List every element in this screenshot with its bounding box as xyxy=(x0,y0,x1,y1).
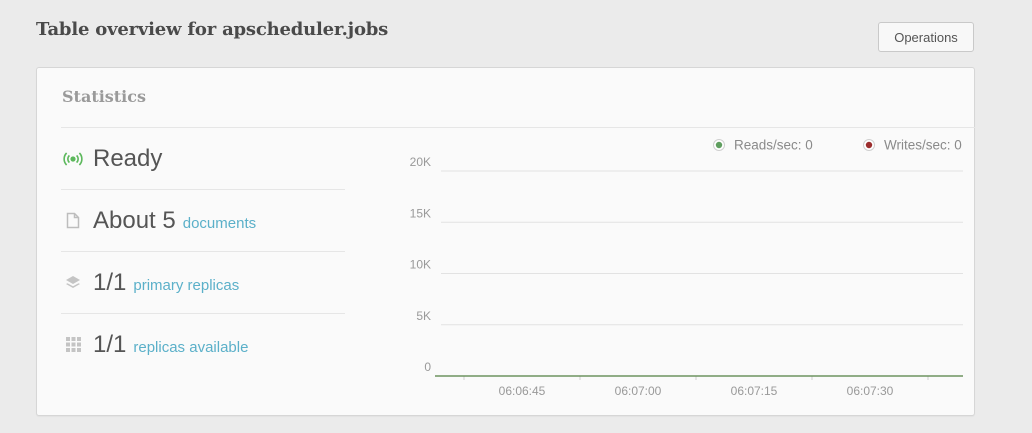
statistics-panel: Statistics Ready About 5 documents 1/1 p… xyxy=(36,67,975,416)
primary-replicas-link[interactable]: primary replicas xyxy=(133,277,239,294)
documents-link[interactable]: documents xyxy=(183,215,256,232)
documents-row: About 5 documents xyxy=(61,190,345,252)
chart-legend: Reads/sec: 0 Writes/sec: 0 xyxy=(713,138,962,153)
x-tick-label: 06:07:30 xyxy=(847,384,894,398)
page-title: Table overview for apscheduler.jobs xyxy=(36,19,389,40)
grid-icon xyxy=(63,335,83,355)
primary-replicas-count: 1/1 xyxy=(93,268,127,296)
replicas-count: 1/1 xyxy=(93,330,127,358)
legend-marker-dot xyxy=(865,141,873,149)
y-tick-label: 10K xyxy=(410,258,431,272)
legend-label: Reads/sec: 0 xyxy=(734,138,813,153)
y-tick-label: 5K xyxy=(416,309,431,323)
status-text: Ready xyxy=(93,144,163,172)
y-tick-label: 20K xyxy=(410,155,431,169)
y-axis: 20K 15K 10K 5K 0 xyxy=(410,155,432,374)
chart-grid xyxy=(441,170,963,326)
replicas-row: 1/1 replicas available xyxy=(61,314,345,375)
layers-icon xyxy=(63,273,83,293)
x-tick-label: 06:06:45 xyxy=(499,384,546,398)
x-tick-label: 06:07:00 xyxy=(615,384,662,398)
x-tick-label: 06:07:15 xyxy=(731,384,778,398)
replicas-link[interactable]: replicas available xyxy=(133,339,248,356)
y-tick-label: 0 xyxy=(424,360,431,374)
x-tick-label: 06:07:45 xyxy=(963,384,975,398)
legend-label: Writes/sec: 0 xyxy=(884,138,962,153)
x-axis: 06:06:45 06:07:00 06:07:15 06:07:30 06:07:45 xyxy=(435,375,975,398)
broadcast-icon xyxy=(63,149,83,169)
document-icon xyxy=(63,211,83,231)
documents-count: About 5 xyxy=(93,206,176,234)
read-write-chart: Reads/sec: 0 Writes/sec: 0 20K 15K 10K 5K 0 0… xyxy=(410,138,975,398)
operations-button[interactable]: Operations xyxy=(878,22,974,52)
legend-marker-dot xyxy=(715,141,723,149)
primary-replicas-row: 1/1 primary replicas xyxy=(61,252,345,314)
status-row: Ready xyxy=(61,128,345,190)
statistics-title: Statistics xyxy=(62,87,147,106)
y-tick-label: 15K xyxy=(410,206,431,220)
